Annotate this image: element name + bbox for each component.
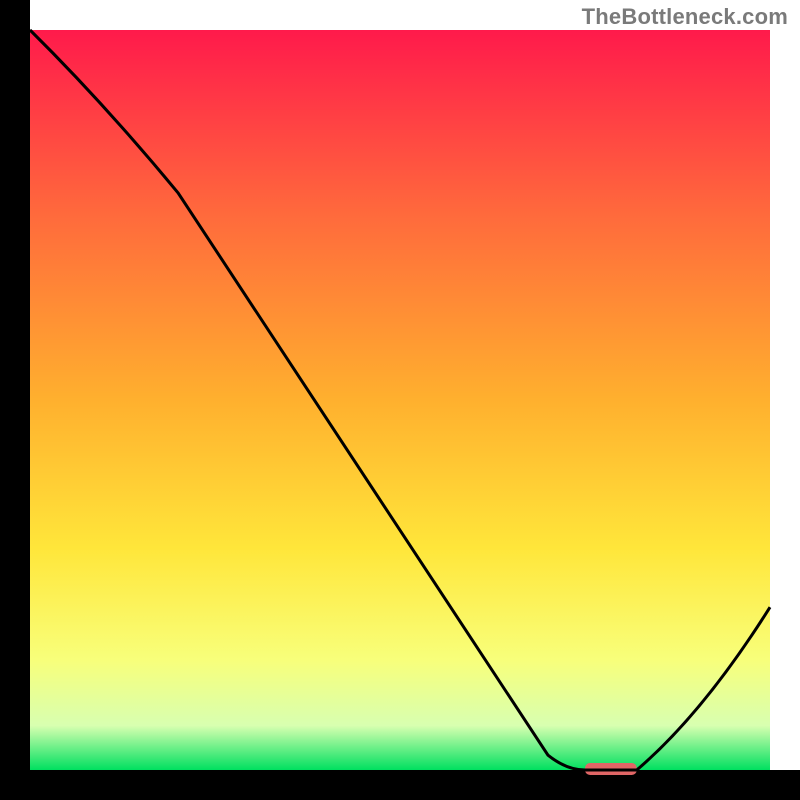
watermark-text: TheBottleneck.com — [582, 4, 788, 30]
plot-background — [30, 30, 770, 770]
chart-container: TheBottleneck.com — [0, 0, 800, 800]
y-axis — [0, 0, 30, 800]
x-axis — [0, 770, 800, 800]
bottleneck-chart — [0, 0, 800, 800]
